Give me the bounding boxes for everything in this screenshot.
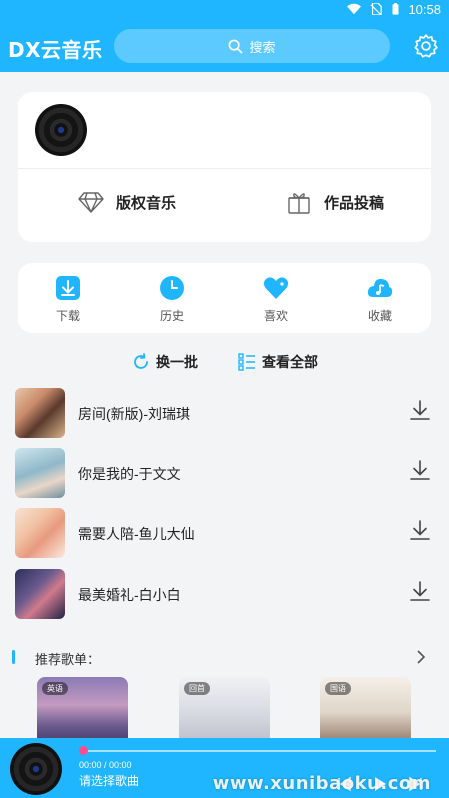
gift-icon bbox=[288, 193, 310, 214]
view-all-label: 查看全部 bbox=[262, 354, 318, 370]
refresh-icon bbox=[134, 353, 148, 369]
view-all-button[interactable]: 查看全部 bbox=[238, 352, 318, 372]
history-label: 历史 bbox=[159, 309, 184, 323]
settings-gear-icon[interactable] bbox=[413, 33, 439, 59]
song-title: 最美婚礼-白小白 bbox=[78, 587, 181, 603]
song-list-controls: 换一批 查看全部 bbox=[0, 352, 449, 376]
watermark: www.xunibaoku.com bbox=[212, 773, 431, 794]
favorites-label: 收藏 bbox=[367, 309, 392, 323]
battery-icon bbox=[392, 3, 399, 15]
app-title: DX云音乐 bbox=[8, 38, 103, 62]
download-icon[interactable] bbox=[409, 580, 431, 602]
playlist-card[interactable]: 回首 bbox=[179, 677, 270, 747]
search-bar[interactable]: 搜索 bbox=[114, 29, 390, 63]
clock-icon bbox=[160, 276, 184, 300]
section-accent-bar bbox=[12, 650, 15, 664]
download-label: 下载 bbox=[55, 309, 80, 323]
download-icon bbox=[56, 276, 80, 300]
copyright-music-button[interactable]: 版权音乐 bbox=[78, 190, 176, 214]
download-icon[interactable] bbox=[409, 519, 431, 541]
download-icon[interactable] bbox=[409, 459, 431, 481]
progress-bar[interactable] bbox=[82, 750, 436, 752]
history-button[interactable]: 历史 bbox=[142, 275, 202, 324]
wifi-icon bbox=[347, 3, 362, 15]
song-row[interactable]: 最美婚礼-白小白 bbox=[0, 566, 449, 622]
song-row[interactable]: 你是我的-于文文 bbox=[0, 445, 449, 501]
song-cover bbox=[15, 388, 65, 438]
refresh-button[interactable]: 换一批 bbox=[132, 352, 198, 372]
chevron-right-icon[interactable] bbox=[415, 649, 427, 665]
download-button[interactable]: 下载 bbox=[38, 275, 98, 324]
app-header: 10:58 DX云音乐 搜索 bbox=[0, 0, 449, 72]
song-row[interactable]: 房间(新版)-刘瑞琪 bbox=[0, 385, 449, 441]
divider bbox=[18, 168, 431, 169]
recommend-title: 推荐歌单： bbox=[35, 652, 101, 667]
quick-actions-card: 下载 历史 喜欢 收藏 bbox=[18, 263, 431, 333]
playlist-tag: 回首 bbox=[184, 682, 210, 695]
submit-work-label: 作品投稿 bbox=[324, 194, 385, 212]
progress-handle[interactable] bbox=[79, 746, 88, 755]
heart-icon bbox=[263, 277, 289, 299]
song-cover bbox=[15, 448, 65, 498]
song-title: 你是我的-于文文 bbox=[78, 466, 181, 482]
status-bar: 10:58 bbox=[347, 0, 441, 18]
status-time: 10:58 bbox=[408, 1, 441, 17]
search-icon bbox=[229, 39, 244, 54]
playlist-tag: 国语 bbox=[325, 682, 351, 695]
player-time: 00:00 / 00:00 bbox=[79, 760, 132, 770]
list-icon bbox=[238, 353, 255, 371]
no-sim-icon bbox=[370, 3, 383, 15]
recommend-header: 推荐歌单： bbox=[0, 646, 449, 668]
song-cover bbox=[15, 569, 65, 619]
avatar[interactable] bbox=[35, 104, 87, 156]
song-cover bbox=[15, 508, 65, 558]
download-icon[interactable] bbox=[409, 399, 431, 421]
search-placeholder: 搜索 bbox=[249, 39, 276, 55]
song-title: 房间(新版)-刘瑞琪 bbox=[78, 406, 190, 422]
song-row[interactable]: 需要人陪-鱼儿大仙 bbox=[0, 505, 449, 561]
profile-card: 版权音乐 作品投稿 bbox=[18, 92, 431, 242]
like-label: 喜欢 bbox=[263, 309, 288, 323]
copyright-music-label: 版权音乐 bbox=[116, 194, 177, 212]
playlist-tag: 英语 bbox=[42, 682, 68, 695]
song-title: 需要人陪-鱼儿大仙 bbox=[78, 526, 195, 542]
refresh-label: 换一批 bbox=[156, 354, 198, 370]
submit-work-button[interactable]: 作品投稿 bbox=[286, 190, 384, 214]
playlist-card[interactable]: 英语 bbox=[37, 677, 128, 747]
like-button[interactable]: 喜欢 bbox=[246, 275, 306, 324]
playlist-card[interactable]: 国语 bbox=[320, 677, 411, 747]
player-disc[interactable] bbox=[10, 743, 62, 795]
diamond-icon bbox=[78, 192, 104, 213]
player-song-title: 请选择歌曲 bbox=[79, 774, 140, 788]
music-cloud-icon bbox=[367, 278, 393, 297]
favorites-button[interactable]: 收藏 bbox=[350, 275, 410, 324]
